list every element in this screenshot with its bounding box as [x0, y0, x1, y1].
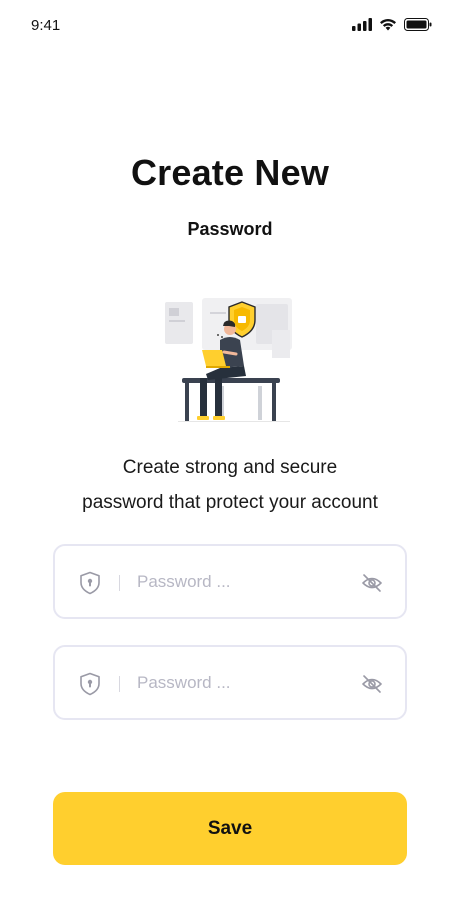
field-divider [119, 676, 120, 692]
wifi-icon [380, 19, 396, 31]
page-subtitle: Password [187, 219, 273, 239]
status-bar: 9:41 [0, 0, 460, 50]
person-laptop-shield-illustration [165, 298, 292, 422]
shield-lock-icon [80, 571, 100, 595]
new-password-input[interactable] [137, 568, 337, 596]
page-title: Create New [130, 152, 330, 193]
confirm-password-field[interactable] [53, 645, 407, 720]
eye-off-icon[interactable] [361, 573, 383, 593]
description-line-1: Create strong and secure [122, 457, 338, 478]
description: Create strong and secure password that p… [30, 450, 430, 520]
status-icons [352, 18, 432, 31]
new-password-field[interactable] [53, 544, 407, 619]
description-line-2: password that protect your account [82, 492, 378, 513]
eye-off-icon[interactable] [361, 674, 383, 694]
save-button[interactable]: Save [53, 792, 407, 865]
shield-lock-icon [80, 672, 100, 696]
field-divider [119, 575, 120, 591]
status-time: 9:41 [31, 17, 61, 34]
signal-icon [352, 18, 372, 31]
confirm-password-input[interactable] [137, 669, 337, 697]
battery-icon [404, 18, 432, 31]
